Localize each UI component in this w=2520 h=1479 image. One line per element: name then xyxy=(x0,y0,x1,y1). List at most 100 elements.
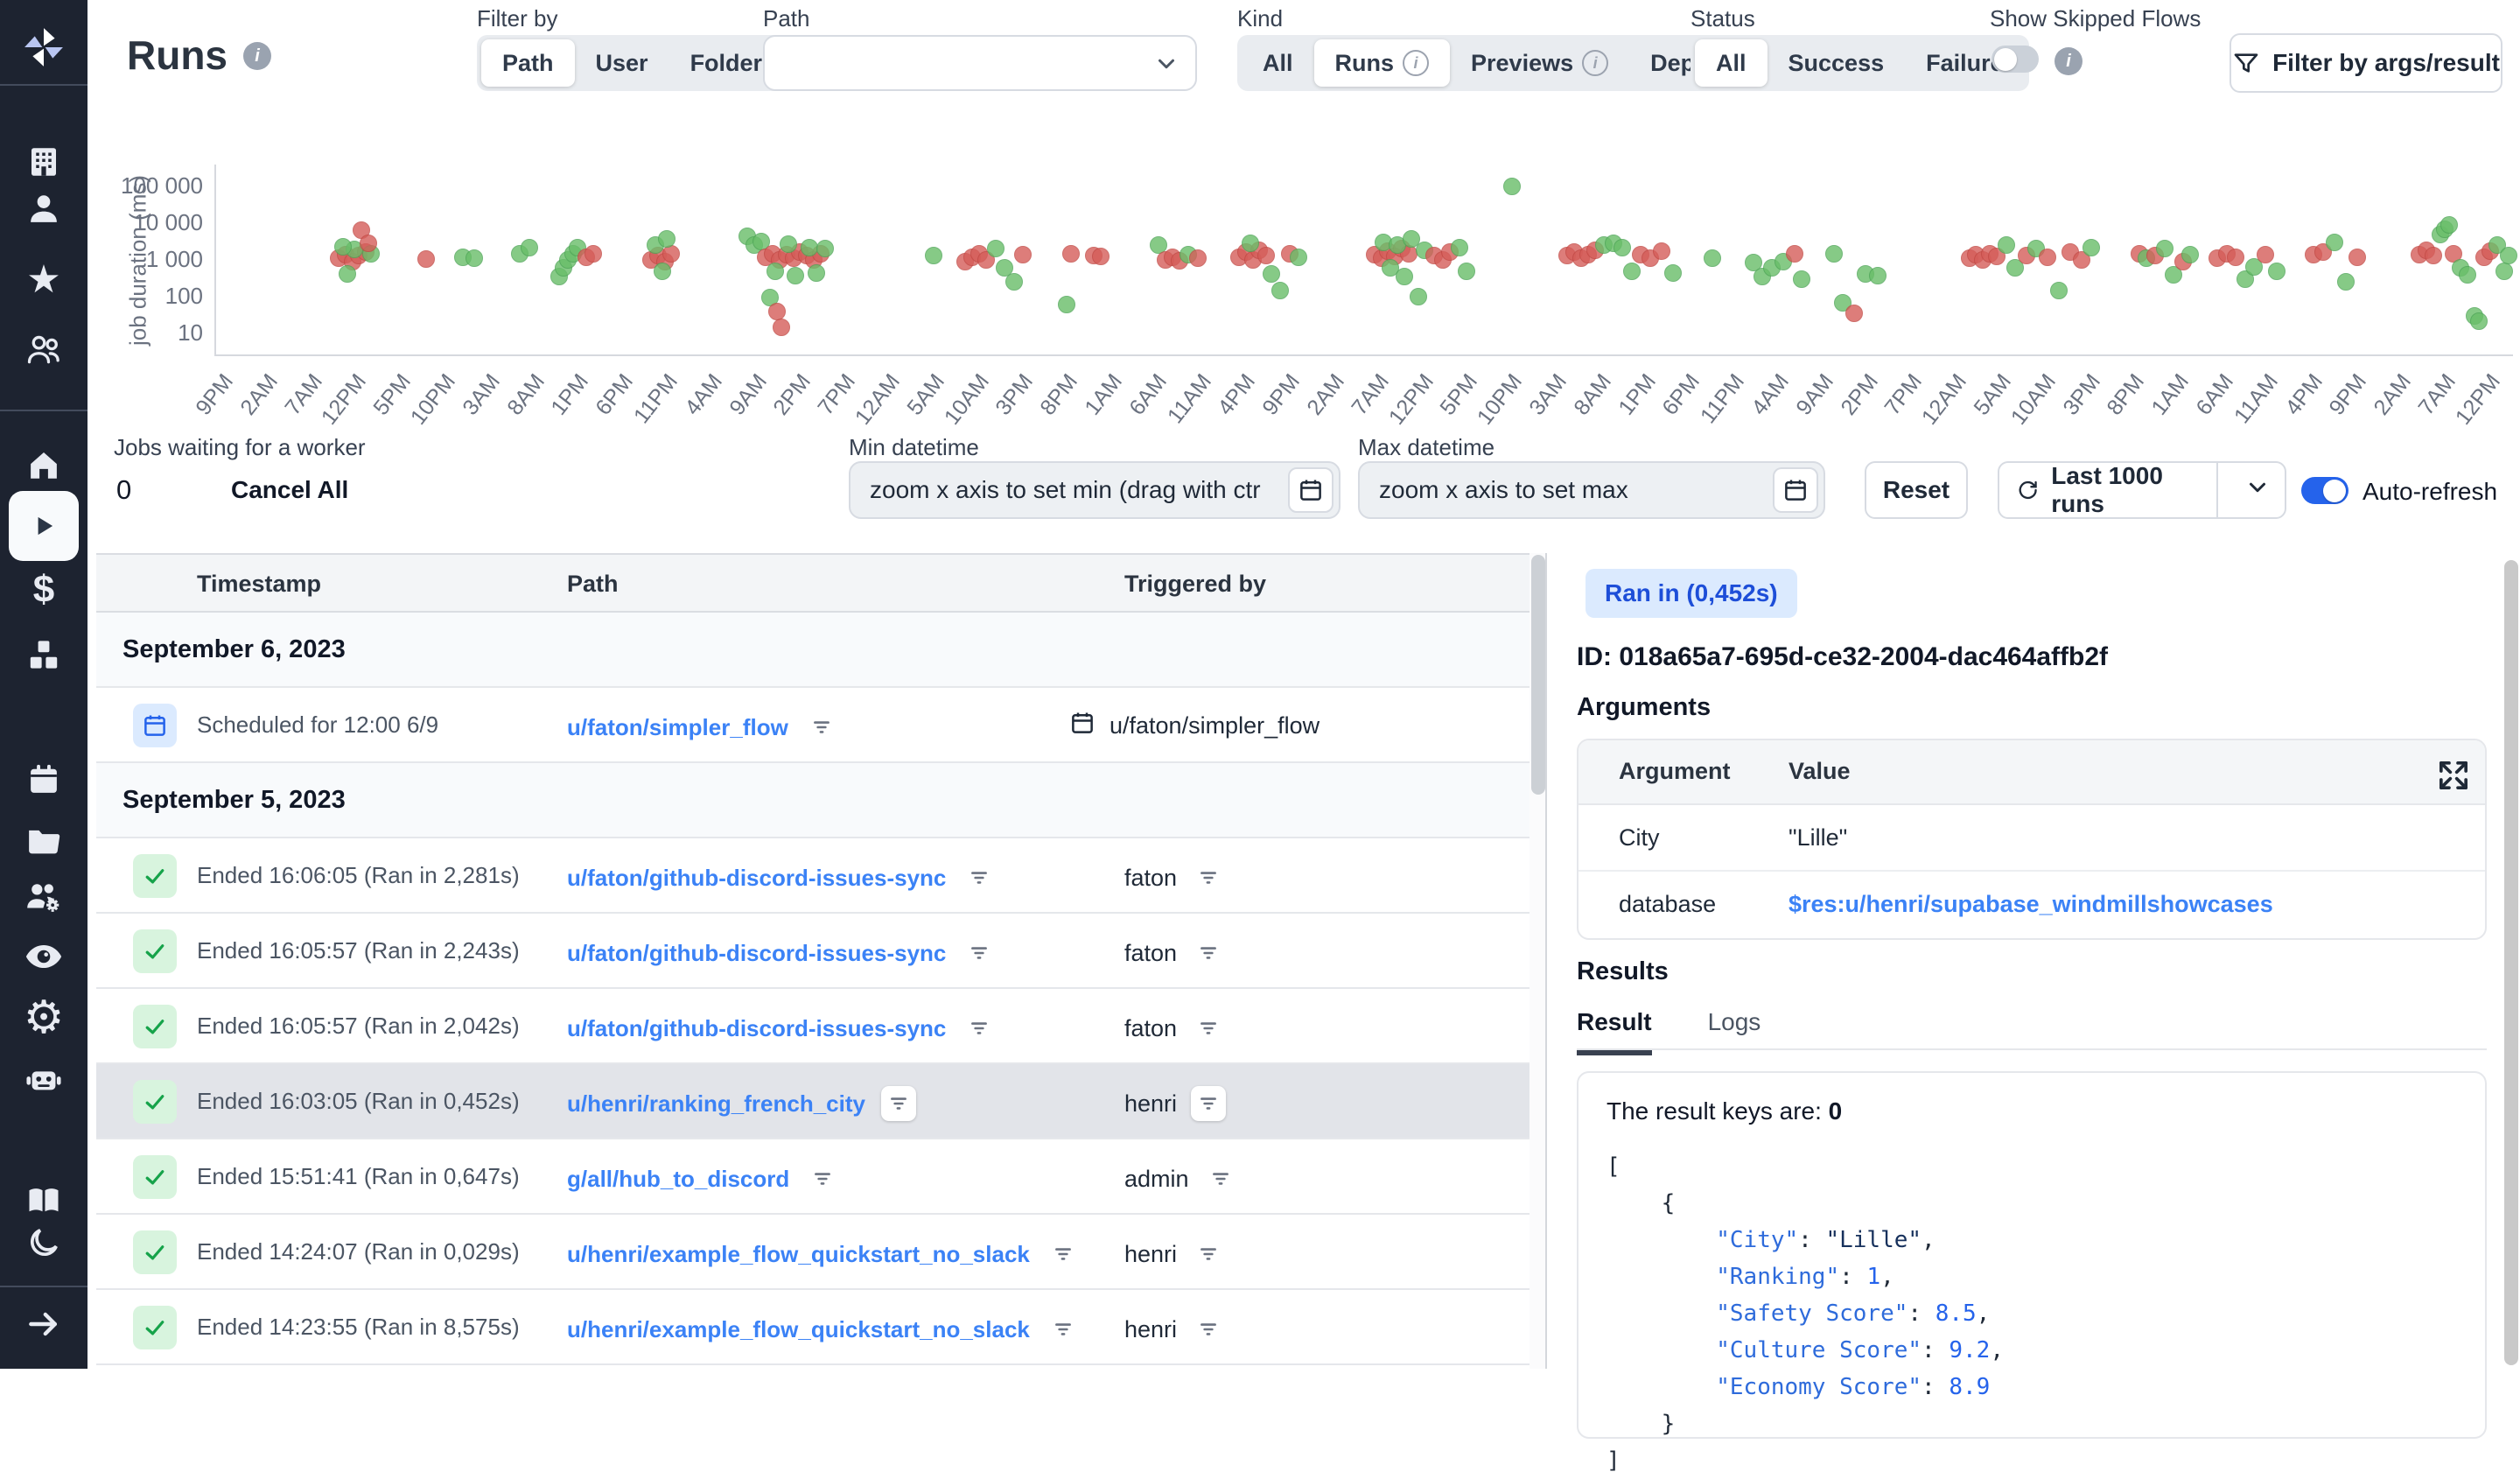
panel-scrollbar[interactable] xyxy=(2504,560,2518,1365)
segment-option-previews[interactable]: Previewsi xyxy=(1450,39,1629,87)
moon-icon[interactable] xyxy=(0,1215,88,1271)
job-dot-success[interactable] xyxy=(2050,282,2068,299)
last-runs-button[interactable]: Last 1000 runs xyxy=(1999,462,2204,518)
job-dot-failure[interactable] xyxy=(768,303,786,320)
job-dot-success[interactable] xyxy=(1242,235,1259,252)
segment-option-all[interactable]: All xyxy=(1242,39,1314,87)
star-icon[interactable]: ★ xyxy=(0,252,88,308)
job-dot-success[interactable] xyxy=(1614,239,1631,256)
segment-option-all[interactable]: All xyxy=(1695,39,1768,87)
job-dot-success[interactable] xyxy=(658,230,676,248)
table-scrollbar[interactable] xyxy=(1530,553,1547,1369)
job-dot-failure[interactable] xyxy=(584,245,602,263)
job-dot-success[interactable] xyxy=(766,263,784,280)
job-dot-failure[interactable] xyxy=(1092,248,1110,265)
job-dot-success[interactable] xyxy=(2440,216,2458,234)
job-dot-success[interactable] xyxy=(2326,234,2343,251)
run-path-link[interactable]: u/henri/ranking_french_city xyxy=(567,1090,865,1118)
job-dot-success[interactable] xyxy=(2268,263,2286,280)
job-dot-failure[interactable] xyxy=(360,235,377,252)
max-datetime-calendar-button[interactable] xyxy=(1773,467,1818,513)
eye-icon[interactable] xyxy=(0,929,88,985)
filter-by-path-icon[interactable] xyxy=(804,710,839,745)
filter-by-path-icon[interactable] xyxy=(962,1011,997,1046)
job-dot-success[interactable] xyxy=(816,240,834,257)
job-dot-success[interactable] xyxy=(1704,249,1721,267)
table-row[interactable]: Ended 16:03:05 (Ran in 0,452s)u/henri/ra… xyxy=(96,1064,1530,1139)
last-runs-dropdown-button[interactable] xyxy=(2230,474,2285,507)
filter-by-user-icon[interactable] xyxy=(1191,1237,1226,1272)
robot-icon[interactable] xyxy=(0,1050,88,1106)
job-dot-success[interactable] xyxy=(1271,282,1289,299)
run-path-link[interactable]: u/henri/example_flow_quickstart_no_slack xyxy=(567,1241,1030,1268)
calendar-icon[interactable] xyxy=(0,752,88,808)
job-dot-success[interactable] xyxy=(1263,265,1280,283)
job-dot-success[interactable] xyxy=(2470,312,2488,330)
run-path-link[interactable]: u/faton/github-discord-issues-sync xyxy=(567,865,946,892)
argument-value-link[interactable]: $res:u/henri/supabase_windmillshowcases xyxy=(1788,891,2273,918)
filter-by-user-icon[interactable] xyxy=(1191,936,1226,971)
job-dot-success[interactable] xyxy=(1396,268,1413,285)
job-dot-success[interactable] xyxy=(1825,245,1843,263)
job-dot-failure[interactable] xyxy=(1257,247,1275,264)
filter-by-path-icon[interactable] xyxy=(962,936,997,971)
run-path-link[interactable]: u/faton/simpler_flow xyxy=(567,714,788,741)
arrow-right-icon[interactable] xyxy=(0,1296,88,1352)
segment-option-runs[interactable]: Runsi xyxy=(1314,39,1451,87)
job-dot-success[interactable] xyxy=(1503,178,1521,195)
person-icon[interactable] xyxy=(0,181,88,237)
job-dot-failure[interactable] xyxy=(2425,247,2442,264)
cubes-icon[interactable] xyxy=(0,627,88,683)
expand-icon[interactable] xyxy=(2436,758,2471,799)
runs-info-icon[interactable]: i xyxy=(243,42,271,70)
workers-icon[interactable] xyxy=(0,869,88,925)
filter-args-result-button[interactable]: Filter by args/result xyxy=(2230,33,2502,93)
job-dot-failure[interactable] xyxy=(1189,249,1207,267)
job-dot-success[interactable] xyxy=(339,265,356,283)
job-dot-success[interactable] xyxy=(1410,288,1427,305)
job-dot-failure[interactable] xyxy=(2227,249,2244,266)
job-dot-failure[interactable] xyxy=(1845,305,1863,322)
job-dot-failure[interactable] xyxy=(2257,246,2274,263)
run-path-link[interactable]: u/faton/github-discord-issues-sync xyxy=(567,940,946,967)
job-dot-success[interactable] xyxy=(2459,266,2476,284)
filter-by-path-icon[interactable] xyxy=(1046,1312,1081,1347)
job-dot-failure[interactable] xyxy=(1786,245,1803,263)
table-row[interactable]: Ended 16:05:57 (Ran in 2,243s)u/faton/gi… xyxy=(96,914,1530,989)
job-dot-success[interactable] xyxy=(1664,264,1682,282)
auto-refresh-toggle[interactable] xyxy=(2301,477,2348,504)
job-dot-success[interactable] xyxy=(987,240,1004,257)
filter-by-user-icon[interactable] xyxy=(1191,860,1226,895)
job-dot-failure[interactable] xyxy=(2348,249,2366,266)
job-dot-success[interactable] xyxy=(466,249,483,267)
job-dot-success[interactable] xyxy=(808,264,825,282)
segment-option-user[interactable]: User xyxy=(575,39,669,87)
job-dot-success[interactable] xyxy=(1869,267,1886,284)
job-dot-success[interactable] xyxy=(1998,236,2015,254)
cancel-all-button[interactable]: Cancel All xyxy=(231,476,348,504)
min-datetime-calendar-button[interactable] xyxy=(1288,467,1334,513)
tab-logs[interactable]: Logs xyxy=(1708,1008,1761,1050)
table-row[interactable]: Ended 16:06:05 (Ran in 2,281s)u/faton/gi… xyxy=(96,838,1530,914)
home-icon[interactable] xyxy=(0,437,88,493)
run-path-link[interactable]: g/all/hub_to_discord xyxy=(567,1166,789,1193)
users-icon[interactable] xyxy=(0,321,88,377)
filter-by-path-icon[interactable] xyxy=(1046,1237,1081,1272)
job-dot-success[interactable] xyxy=(787,267,804,284)
segment-option-success[interactable]: Success xyxy=(1768,39,1906,87)
job-dot-success[interactable] xyxy=(2337,273,2355,291)
windmill-logo[interactable] xyxy=(0,19,88,75)
show-skipped-info-icon[interactable]: i xyxy=(2054,47,2082,75)
job-dot-success[interactable] xyxy=(1058,296,1075,313)
folder-icon[interactable] xyxy=(0,811,88,867)
filter-by-user-icon[interactable] xyxy=(1191,1312,1226,1347)
dollar-icon[interactable]: $ xyxy=(0,562,88,618)
job-dot-success[interactable] xyxy=(1290,249,1307,266)
job-dot-success[interactable] xyxy=(1793,270,1810,288)
job-dot-success[interactable] xyxy=(780,235,797,253)
filter-by-user-icon[interactable] xyxy=(1203,1161,1238,1196)
job-dot-success[interactable] xyxy=(2082,239,2100,256)
job-dot-failure[interactable] xyxy=(2039,249,2056,266)
segment-option-path[interactable]: Path xyxy=(481,39,575,87)
table-row[interactable]: Ended 15:51:41 (Ran in 0,647s)g/all/hub_… xyxy=(96,1139,1530,1215)
